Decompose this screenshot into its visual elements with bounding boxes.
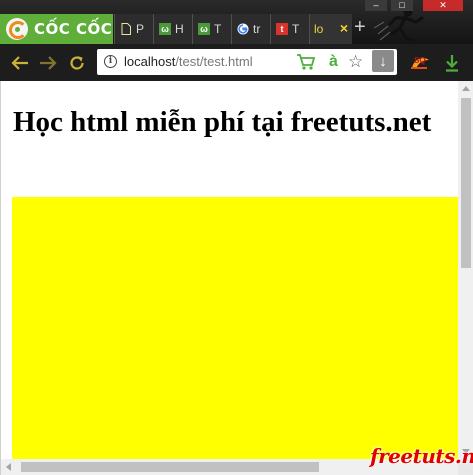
download-button[interactable] <box>441 52 463 74</box>
scroll-left-arrow-icon[interactable] <box>6 463 11 471</box>
coccoc-logo-icon <box>6 18 28 40</box>
tab-title: H <box>175 22 184 36</box>
back-button[interactable] <box>9 52 31 74</box>
freetuts-icon: ω <box>159 23 171 35</box>
page-icon <box>120 23 132 35</box>
freetuts-watermark: freetuts.net <box>370 444 473 468</box>
star-icon[interactable]: ☆ <box>348 52 363 72</box>
yellow-box <box>12 197 458 459</box>
tab-title: T <box>292 22 300 36</box>
tab-title: T <box>214 22 222 36</box>
download-badge-icon[interactable]: ↓ <box>372 50 394 72</box>
download-icon <box>446 55 458 72</box>
sq-extension-icon[interactable]: SQ <box>409 52 431 74</box>
tab-title: tr <box>253 22 261 36</box>
sq-label: SQ <box>414 56 426 65</box>
tab-5[interactable]: t T <box>270 14 309 44</box>
close-window-button[interactable]: ✕ <box>423 0 463 11</box>
shopping-cart-icon[interactable] <box>296 52 316 72</box>
forward-button[interactable] <box>37 52 59 74</box>
minimize-button[interactable]: – <box>365 0 387 11</box>
red-t-icon: t <box>276 23 288 35</box>
maximize-button[interactable]: □ <box>391 0 413 11</box>
toolbar: i localhost/test/test.html à ☆ ↓ SQ <box>0 44 473 81</box>
coccoc-brand[interactable]: CỐC CỐC <box>0 14 113 44</box>
reload-icon <box>70 56 84 70</box>
page-heading: Học html miễn phí tại freetuts.net <box>13 106 432 138</box>
horizontal-scroll-thumb[interactable] <box>21 462 319 472</box>
back-arrow-icon <box>11 56 28 70</box>
freetuts-icon: ω <box>198 23 210 35</box>
address-bar[interactable]: i localhost/test/test.html à ☆ ↓ <box>97 49 397 75</box>
tab-active[interactable]: lo × <box>309 14 352 44</box>
tab-3[interactable]: ω T <box>192 14 231 44</box>
vertical-scrollbar[interactable] <box>458 81 473 459</box>
close-tab-icon[interactable]: × <box>340 20 348 36</box>
url-host: localhost <box>124 54 176 69</box>
page-viewport: Học html miễn phí tại freetuts.net <box>0 81 473 475</box>
tab-4[interactable]: tr <box>231 14 270 44</box>
vertical-scroll-thumb[interactable] <box>461 98 471 268</box>
forward-arrow-icon <box>40 56 57 70</box>
reload-button[interactable] <box>66 52 88 74</box>
dictionary-icon[interactable]: à <box>329 52 338 72</box>
site-info-icon[interactable]: i <box>104 55 117 68</box>
tab-title: lo <box>314 22 324 36</box>
tab-strip: CỐC CỐC P ω H ω T tr t T lo × + – □ ✕ <box>0 0 473 44</box>
url-text[interactable]: localhost/test/test.html <box>124 54 253 69</box>
tab-title: P <box>136 22 145 36</box>
tab-2[interactable]: ω H <box>153 14 192 44</box>
url-path: /test/test.html <box>175 54 253 69</box>
tab-1[interactable]: P <box>114 14 153 44</box>
brand-name: CỐC CỐC <box>34 20 113 38</box>
scroll-up-arrow-icon[interactable] <box>462 86 470 91</box>
new-tab-button[interactable]: + <box>354 17 366 37</box>
google-icon <box>237 23 249 35</box>
